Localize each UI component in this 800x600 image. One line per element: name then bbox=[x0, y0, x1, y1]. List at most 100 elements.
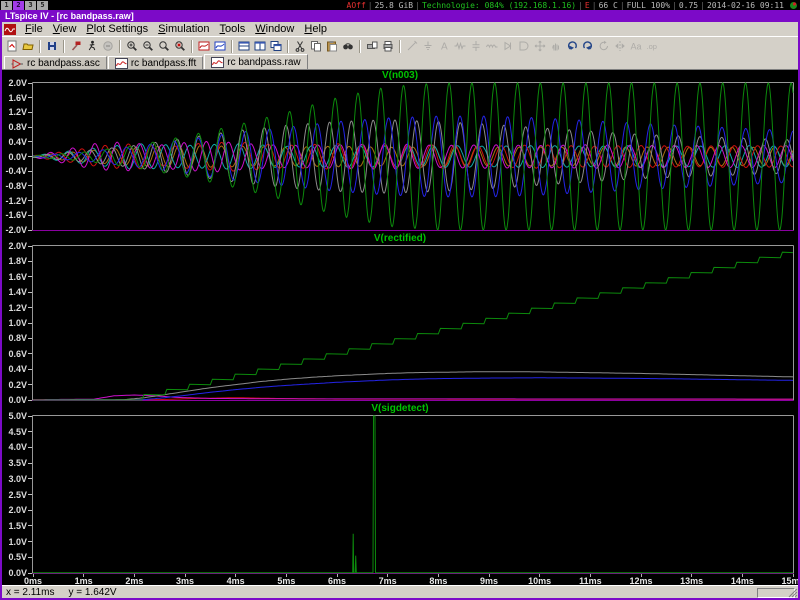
print-preview-button[interactable] bbox=[364, 39, 380, 54]
save-button[interactable] bbox=[44, 39, 60, 54]
y-tick-label: -0.4V bbox=[5, 166, 27, 176]
zoom-out-button[interactable] bbox=[140, 39, 156, 54]
component-icon bbox=[518, 40, 530, 52]
pane-1-canvas[interactable] bbox=[32, 82, 794, 231]
control-panel-button[interactable] bbox=[68, 39, 84, 54]
zoom-in-icon bbox=[126, 40, 138, 52]
x-tick-label: 10ms bbox=[527, 576, 553, 585]
move-icon bbox=[534, 40, 546, 52]
mirror-icon bbox=[614, 40, 626, 52]
cascade-button[interactable] bbox=[268, 39, 284, 54]
svg-text:.op: .op bbox=[647, 42, 657, 51]
autorange-button[interactable] bbox=[196, 39, 212, 54]
menu-window[interactable]: Window bbox=[250, 22, 299, 36]
tile-horizontal-icon bbox=[238, 40, 250, 52]
find-button[interactable] bbox=[340, 39, 356, 54]
new-schematic-icon bbox=[6, 40, 18, 52]
tab-rc-bandpass-raw[interactable]: rc bandpass.raw bbox=[204, 54, 307, 69]
menu-view[interactable]: View bbox=[48, 22, 82, 36]
copy-button[interactable] bbox=[308, 39, 324, 54]
x-tick-label: 1ms bbox=[71, 576, 97, 585]
menu-file[interactable]: File bbox=[20, 22, 48, 36]
status-separator: | bbox=[415, 1, 420, 10]
y-tick-label: 1.5V bbox=[8, 521, 27, 531]
y-tick-label: 0.0V bbox=[8, 152, 27, 162]
workspace-tag-1[interactable]: 1 bbox=[1, 1, 12, 10]
x-tick-label: 15ms bbox=[780, 576, 798, 585]
x-tick-label: 14ms bbox=[729, 576, 755, 585]
find-icon bbox=[342, 40, 354, 52]
halt-button bbox=[100, 39, 116, 54]
zoom-area-icon bbox=[174, 40, 186, 52]
undo-button[interactable] bbox=[564, 39, 580, 54]
status-segment: 0.75 bbox=[679, 1, 698, 10]
tile-vertical-button[interactable] bbox=[252, 39, 268, 54]
workspace-tag-5[interactable]: 5 bbox=[37, 1, 48, 10]
toolbar-separator bbox=[399, 40, 401, 53]
zoom-in-button[interactable] bbox=[124, 39, 140, 54]
tab-bar: rc bandpass.asc rc bandpass.fft rc bandpas… bbox=[2, 55, 798, 70]
tab-rc-bandpass-asc[interactable]: rc bandpass.asc bbox=[4, 56, 107, 69]
y-tick-label: 1.0V bbox=[8, 318, 27, 328]
trace-green-staircase bbox=[33, 252, 793, 400]
pane-3-title[interactable]: V(sigdetect) bbox=[2, 403, 798, 415]
workspace-tags: 1235 bbox=[1, 1, 48, 10]
workspace-tag-2[interactable]: 2 bbox=[13, 1, 24, 10]
y-tick-label: 4.5V bbox=[8, 427, 27, 437]
svg-text:Aa: Aa bbox=[631, 42, 642, 52]
halt-icon bbox=[102, 40, 114, 52]
paste-button[interactable] bbox=[324, 39, 340, 54]
cascade-icon bbox=[270, 40, 282, 52]
cursor-y-readout: y = 1.642V bbox=[68, 587, 116, 598]
y-tick-label: 1.2V bbox=[8, 303, 27, 313]
resistor-button bbox=[452, 39, 468, 54]
pane-2-canvas[interactable] bbox=[32, 245, 794, 401]
print-button[interactable] bbox=[380, 39, 396, 54]
cut-button[interactable] bbox=[292, 39, 308, 54]
tile-horizontal-button[interactable] bbox=[236, 39, 252, 54]
window-titlebar[interactable]: LTspice IV - [rc bandpass.raw] bbox=[2, 10, 798, 22]
run-icon bbox=[86, 40, 98, 52]
waveform-plot-area[interactable]: V(n003)2.0V1.6V1.2V0.8V0.4V0.0V-0.4V-0.8… bbox=[2, 70, 798, 585]
time-axis: 0ms1ms2ms3ms4ms5ms6ms7ms8ms9ms10ms11ms12… bbox=[2, 574, 798, 585]
toolbar-separator bbox=[359, 40, 361, 53]
pane-3-canvas[interactable] bbox=[32, 415, 794, 574]
pane-1-title[interactable]: V(n003) bbox=[2, 70, 798, 82]
run-button[interactable] bbox=[84, 39, 100, 54]
status-segment: Technologie: 084% (192.168.1.16) bbox=[422, 1, 576, 10]
y-tick-label: 0.6V bbox=[8, 349, 27, 359]
print-icon bbox=[382, 40, 394, 52]
diode-icon bbox=[502, 40, 514, 52]
system-status-text: AOff|25.8 GiB|Technologie: 084% (192.168… bbox=[347, 1, 787, 10]
y-tick-label: -0.8V bbox=[5, 181, 27, 191]
text-icon: Aa bbox=[630, 40, 642, 52]
workspace-tag-3[interactable]: 3 bbox=[25, 1, 36, 10]
control-panel-icon bbox=[70, 40, 82, 52]
menu-help[interactable]: Help bbox=[299, 22, 332, 36]
resize-grip-icon[interactable] bbox=[788, 588, 798, 598]
zoom-area-button[interactable] bbox=[172, 39, 188, 54]
tab-rc-bandpass-fft[interactable]: rc bandpass.fft bbox=[108, 56, 203, 69]
status-segment: 66 C bbox=[599, 1, 618, 10]
zoom-full-button[interactable] bbox=[156, 39, 172, 54]
redo-button[interactable] bbox=[580, 39, 596, 54]
toolbar-separator bbox=[119, 40, 121, 53]
y-tick-label: 0.2V bbox=[8, 380, 27, 390]
plot-settings-button[interactable] bbox=[212, 39, 228, 54]
menu-plot-settings[interactable]: Plot Settings bbox=[81, 22, 153, 36]
y-tick-label: 3.5V bbox=[8, 458, 27, 468]
undo-icon bbox=[566, 40, 578, 52]
pane-2-title[interactable]: V(rectified) bbox=[2, 233, 798, 245]
y-tick-label: 0.4V bbox=[8, 137, 27, 147]
status-separator: | bbox=[578, 1, 583, 10]
x-tick-label: 9ms bbox=[476, 576, 502, 585]
menu-simulation[interactable]: Simulation bbox=[153, 22, 214, 36]
new-schematic-button[interactable] bbox=[4, 39, 20, 54]
print-preview-icon bbox=[366, 40, 378, 52]
x-tick-label: 12ms bbox=[628, 576, 654, 585]
x-tick-label: 3ms bbox=[172, 576, 198, 585]
menu-tools[interactable]: Tools bbox=[215, 22, 251, 36]
copy-icon bbox=[310, 40, 322, 52]
open-button[interactable] bbox=[20, 39, 36, 54]
tab-label: rc bandpass.fft bbox=[131, 58, 196, 69]
